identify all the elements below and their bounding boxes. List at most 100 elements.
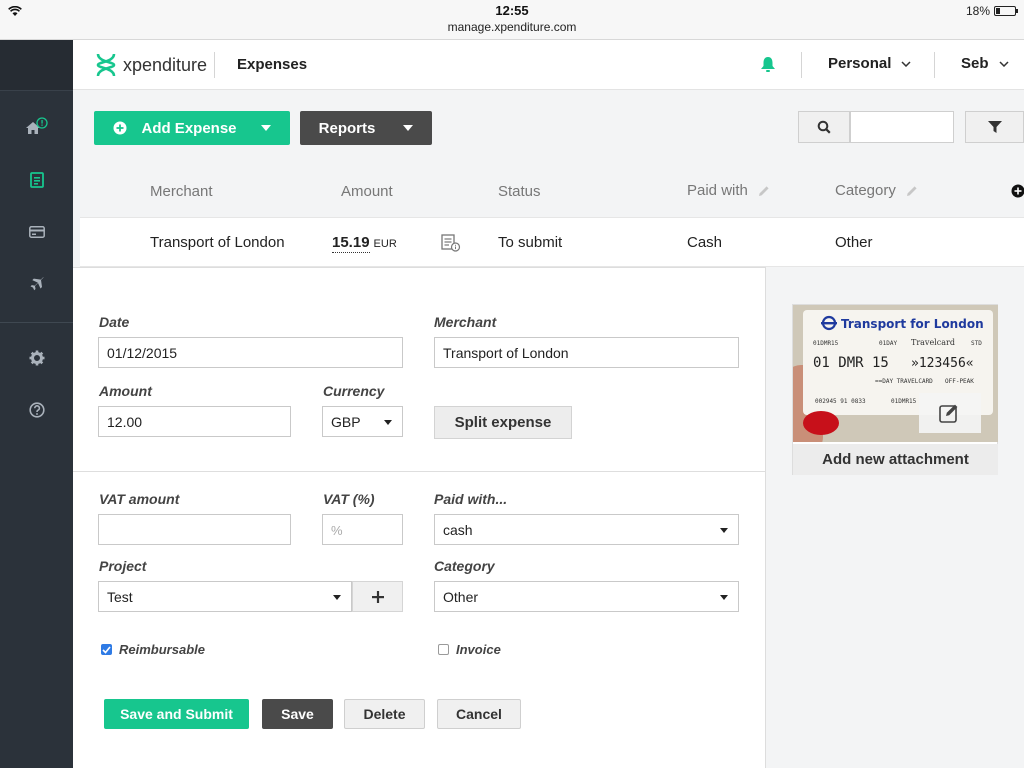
header-divider [801,52,802,78]
vat-percent-label: VAT (%) [323,491,375,507]
receipt-code2: 01DAY [879,340,897,347]
save-and-submit-button[interactable]: Save and Submit [104,699,249,729]
sidebar-item-help[interactable] [0,392,73,432]
merchant-field[interactable]: Transport of London [434,337,739,368]
status-bar: 12:55 manage.xpenditure.com 18% [0,0,1024,40]
reports-label: Reports [318,119,376,137]
battery-icon [994,6,1018,16]
search-input[interactable] [850,111,954,143]
project-select[interactable]: Test [98,581,352,612]
logo-text: xpenditure [123,54,208,75]
date-label: Date [99,314,130,330]
chevron-down-icon [901,60,911,67]
caret-down-icon [333,595,341,600]
sidebar-item-settings[interactable] [0,340,73,380]
sidebar-item-travel[interactable] [0,266,73,306]
category-header-label: Category [835,182,896,199]
sidebar-item-home[interactable] [0,110,73,150]
caret-down-icon [260,125,271,131]
row-amount: 15.19 EUR [332,234,397,253]
header-divider [934,52,935,78]
caret-down-icon [720,595,728,600]
receipt-peak: OFF-PEAK [945,378,974,385]
add-attachment-button[interactable]: Add new attachment [793,444,998,475]
column-header-amount[interactable]: Amount [341,183,393,200]
merchant-label: Merchant [434,314,497,330]
row-merchant: Transport of London [150,234,285,251]
currency-value: GBP [331,414,361,430]
address-bar[interactable]: manage.xpenditure.com [0,20,1024,34]
add-expense-label: Add Expense [141,119,237,137]
receipt-date: 01 DMR 15 [813,355,889,371]
receipt-thumbnail[interactable]: Transport for London 01DMR15 01DAY Trave… [793,305,998,442]
row-status: To submit [498,234,563,251]
amount-label: Amount [99,383,152,399]
save-button[interactable]: Save [262,699,333,729]
receipt-serial: 002945 91 0833 [815,398,866,405]
sidebar-item-expenses[interactable] [0,162,73,202]
invoice-checkbox[interactable]: Invoice [438,642,501,657]
header-divider [214,52,215,78]
table-row[interactable]: Transport of London 15.19 EUR To submit C… [80,217,1024,267]
search-icon [817,120,831,134]
filter-button[interactable] [965,111,1024,143]
column-header-paid-with[interactable]: Paid with [687,182,770,199]
account-dropdown[interactable]: Personal [828,55,911,72]
invoice-label: Invoice [456,642,501,657]
sidebar-item-cards[interactable] [0,214,73,254]
plus-icon [371,590,384,603]
add-project-button[interactable] [352,581,403,612]
reimbursable-label: Reimbursable [119,642,205,657]
receipt-ticket-type: ==DAY TRAVELCARD [875,378,933,385]
date-field[interactable]: 01/12/2015 [98,337,403,368]
checkbox-unchecked-icon [438,644,449,655]
vat-percent-placeholder: % [331,523,343,538]
column-header-status[interactable]: Status [498,183,541,200]
user-label: Seb [961,55,989,72]
row-amount-value: 15.19 [332,234,370,253]
column-header-category[interactable]: Category [835,182,918,199]
user-dropdown[interactable]: Seb [961,55,1009,72]
expenses-icon [29,171,44,193]
split-expense-button[interactable]: Split expense [434,406,572,439]
caret-down-icon [403,125,414,131]
receipt-brand: Transport for London [841,317,984,331]
form-divider [73,471,765,472]
currency-select[interactable]: GBP [322,406,403,437]
delete-button[interactable]: Delete [344,699,425,729]
help-icon [28,401,45,423]
amount-field[interactable]: 12.00 [98,406,291,437]
reimbursable-checkbox[interactable]: Reimbursable [101,642,205,657]
filter-icon [987,121,1002,133]
vat-percent-field[interactable]: % [322,514,403,545]
receipt-info-icon[interactable] [441,234,461,257]
currency-label: Currency [323,383,385,399]
search-button[interactable] [798,111,850,143]
column-header-merchant[interactable]: Merchant [150,183,213,200]
add-expense-button[interactable]: Add Expense [94,111,290,145]
receipt-code1: 01DMR15 [813,340,839,347]
vat-amount-field[interactable] [98,514,291,545]
paid-with-select[interactable]: cash [434,514,739,545]
add-column-icon[interactable] [1011,184,1024,203]
project-value: Test [107,589,133,605]
category-label: Category [434,558,495,574]
cancel-button[interactable]: Cancel [437,699,521,729]
paid-with-label: Paid with... [434,491,508,507]
chevron-down-icon [998,60,1009,67]
receipt-number: »123456« [911,356,974,371]
attachment-card: Transport for London 01DMR15 01DAY Trave… [792,304,998,475]
project-label: Project [99,558,147,574]
sidebar-top [0,40,73,91]
logo-icon [96,53,116,77]
receipt-code3: STD [971,340,982,347]
expense-form: Date 01/12/2015 Merchant Transport of Lo… [73,267,766,768]
pencil-icon[interactable] [906,185,918,197]
category-select[interactable]: Other [434,581,739,612]
caret-down-icon [720,528,728,533]
clock: 12:55 [495,3,529,18]
pencil-icon[interactable] [758,185,770,197]
app-logo[interactable]: xpenditure [95,52,207,78]
notification-bell-icon[interactable] [759,55,777,78]
reports-button[interactable]: Reports [300,111,432,145]
